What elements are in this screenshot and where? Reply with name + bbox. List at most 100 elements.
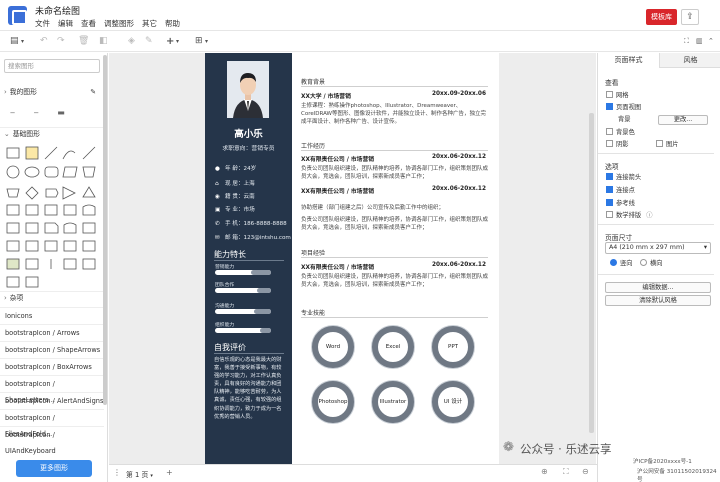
search-input[interactable]: 搜索图形	[4, 59, 100, 73]
project-row[interactable]: XX有限责任公司 / 市场营销 20xx.06-20xx.12	[301, 262, 491, 271]
canvas-scrollbar[interactable]	[589, 113, 594, 433]
resume-page[interactable]: 高小乐 求职意向：营销专员 ● 年 龄：24岁 ⌂ 现 居：上海 ◉ 籍 贯：云南 ▣…	[205, 53, 499, 464]
skill-circle-photoshop[interactable]: Photoshop	[312, 381, 354, 423]
page-tab[interactable]: 第 1 页 ▾	[126, 469, 153, 479]
insert-icon[interactable]: +	[166, 35, 174, 48]
work-desc[interactable]: 协助搭建（部门组建之后）公司宣传及后勤工作中的组织；	[301, 204, 489, 212]
skill-circle-excel[interactable]: Excel	[372, 326, 414, 368]
edit-icon[interactable]: ✎	[90, 86, 96, 99]
chevron-down-icon[interactable]: ▾	[21, 35, 24, 48]
chevron-down-icon[interactable]: ▾	[205, 35, 208, 48]
skill-bar[interactable]	[215, 288, 271, 293]
portrait-radio[interactable]: 竖向	[610, 259, 633, 268]
job-intent[interactable]: 求职意向：营销专员	[205, 143, 292, 152]
delete-icon[interactable]: 🗑	[78, 35, 89, 48]
work-desc[interactable]: 负责公司团队组织建设，团队精神的培养，协调各部门工作，组织策划团队成员大会，竞选…	[301, 165, 489, 181]
toggle-panel-icon[interactable]: ▤	[10, 35, 19, 48]
change-background-button[interactable]: 更改...	[658, 115, 708, 125]
skill-bar[interactable]	[215, 328, 271, 333]
redo-icon[interactable]: ↷	[57, 35, 65, 48]
template-library-button[interactable]: 模板库	[646, 9, 677, 25]
zoom-out-icon[interactable]: ⊖	[582, 467, 589, 476]
work-row[interactable]: XX有限责任公司 / 市场营销 20xx.06-20xx.12	[301, 154, 491, 163]
library-arrows[interactable]: bootstrapIcon / Arrows	[0, 324, 104, 340]
resume-sidebar[interactable]: 高小乐 求职意向：营销专员 ● 年 龄：24岁 ⌂ 现 居：上海 ◉ 籍 贯：云南 ▣…	[205, 53, 292, 464]
my-shapes-items[interactable]: ‒ ‒ ▬	[10, 108, 73, 117]
tab-style[interactable]: 风格	[659, 53, 720, 68]
library-shape-arrows[interactable]: bootstrapIcon / ShapeArrows	[0, 341, 104, 357]
info-hometown[interactable]: ◉ 籍 贯：云南	[215, 192, 255, 200]
paper-size-select[interactable]: A4 (210 mm x 297 mm) ▾	[605, 242, 711, 254]
undo-icon[interactable]: ↶	[40, 35, 48, 48]
edit-data-button[interactable]: 编辑数据...	[605, 282, 711, 293]
fit-icon[interactable]: ⛶	[563, 467, 569, 477]
education-title[interactable]: 教育背景	[301, 77, 325, 86]
line-color-icon[interactable]: ✎	[145, 35, 153, 48]
fullscreen-icon[interactable]: ⛶	[684, 35, 689, 48]
library-shape-letters[interactable]: bootstrapIcon / ShapeLetters...	[0, 375, 104, 404]
chevron-down-icon[interactable]: ▾	[176, 35, 179, 48]
basic-shapes-section[interactable]: ⌄ 基础图形	[0, 127, 104, 140]
zoom-in-icon[interactable]: ⊕	[541, 467, 548, 476]
table-icon[interactable]: ⊞	[195, 35, 203, 48]
menu-file[interactable]: 文件	[35, 18, 50, 29]
menu-arrange[interactable]: 调整图形	[104, 18, 134, 29]
landscape-radio[interactable]: 横向	[640, 259, 663, 268]
skill-label[interactable]: 团队合作	[215, 281, 234, 288]
education-row[interactable]: XX大学 / 市场营销 20xx.09-20xx.06	[301, 91, 491, 100]
to-front-icon[interactable]: ◧	[99, 35, 108, 48]
info-email[interactable]: ✉ 邮 箱：123@intshu.com	[215, 233, 291, 241]
info-phone[interactable]: ✆ 手 机：186-8888-8888	[215, 219, 287, 227]
bg-color-checkbox[interactable]: 背景色	[606, 128, 635, 137]
library-box-arrows[interactable]: bootstrapIcon / BoxArrows	[0, 358, 104, 374]
skill-circle-word[interactable]: Word	[312, 326, 354, 368]
menu-view[interactable]: 查看	[81, 18, 96, 29]
self-evaluation[interactable]: 自信乐观的心态是我最大的财富，我善于接受新事物，有较强的学习能力，对工作认真负责…	[214, 356, 286, 421]
skill-circle-ui[interactable]: UI 设计	[432, 381, 474, 423]
skill-label[interactable]: 组织能力	[215, 321, 234, 328]
skill-circle-ppt[interactable]: PPT	[432, 326, 474, 368]
resume-name[interactable]: 高小乐	[205, 126, 292, 140]
pro-skills-title[interactable]: 专业技能	[301, 308, 325, 317]
skill-label[interactable]: 营销能力	[215, 263, 234, 270]
guides-checkbox[interactable]: 参考线	[606, 199, 635, 208]
library-ionicons[interactable]: Ionicons	[0, 307, 104, 323]
work-title[interactable]: 工作经历	[301, 141, 325, 150]
tab-page-style[interactable]: 页面样式	[598, 53, 659, 68]
skills-title[interactable]: 能力特长	[214, 249, 246, 260]
library-alert-signs[interactable]: bootstrapIcon / AlertAndSigns	[0, 392, 104, 408]
connect-arrows-checkbox[interactable]: 连接箭头	[606, 173, 641, 182]
info-residence[interactable]: ⌂ 现 居：上海	[215, 179, 255, 187]
add-page-icon[interactable]: +	[166, 468, 173, 477]
skill-bar[interactable]	[215, 270, 271, 275]
menu-extras[interactable]: 其它	[142, 18, 157, 29]
info-age[interactable]: ● 年 龄：24岁	[215, 164, 256, 172]
clear-default-style-button[interactable]: 清除默认风格	[605, 295, 711, 306]
connect-points-checkbox[interactable]: 连接点	[606, 186, 635, 195]
export-icon[interactable]: ⇪	[681, 9, 699, 25]
project-title[interactable]: 项目经验	[301, 248, 325, 257]
project-desc[interactable]: 负责公司团队组织建设，团队精神的培养，协调各部门工作，组织策划团队成员大会，竞选…	[301, 273, 489, 289]
fill-color-icon[interactable]: ◈	[128, 35, 135, 48]
shape-grid[interactable]	[5, 145, 101, 293]
menu-help[interactable]: 帮助	[165, 18, 180, 29]
skill-label[interactable]: 沟通能力	[215, 302, 234, 309]
library-ui-keyboard[interactable]: bootstrapIcon / UIAndKeyboard	[0, 426, 104, 455]
skill-bar[interactable]	[215, 309, 271, 314]
shadow-checkbox[interactable]: 阴影	[606, 140, 629, 149]
format-panel-icon[interactable]: ▥	[696, 35, 703, 48]
help-icon[interactable]: ⓘ	[646, 212, 652, 219]
grid-checkbox[interactable]: 网格	[606, 91, 629, 100]
image-checkbox[interactable]: 图片	[656, 140, 679, 149]
work-row[interactable]: XX有限责任公司 / 市场营销 20xx.06-20xx.12	[301, 186, 491, 195]
skill-circle-illustrator[interactable]: Illustrator	[372, 381, 414, 423]
more-shapes-button[interactable]: 更多图形	[16, 460, 92, 477]
misc-section[interactable]: › 杂项	[0, 291, 104, 304]
page-view-checkbox[interactable]: 页面视图	[606, 103, 641, 112]
document-title[interactable]: 未命名绘图	[35, 4, 80, 17]
my-shapes-section[interactable]: › 我的图形 ✎	[0, 86, 104, 99]
drawing-canvas[interactable]: 高小乐 求职意向：营销专员 ● 年 龄：24岁 ⌂ 现 居：上海 ◉ 籍 贯：云南 ▣…	[109, 53, 596, 464]
math-checkbox[interactable]: 数学排版 ⓘ	[606, 211, 652, 220]
scrollbar[interactable]	[103, 55, 107, 405]
info-major[interactable]: ▣ 专 业：市场	[215, 205, 255, 213]
